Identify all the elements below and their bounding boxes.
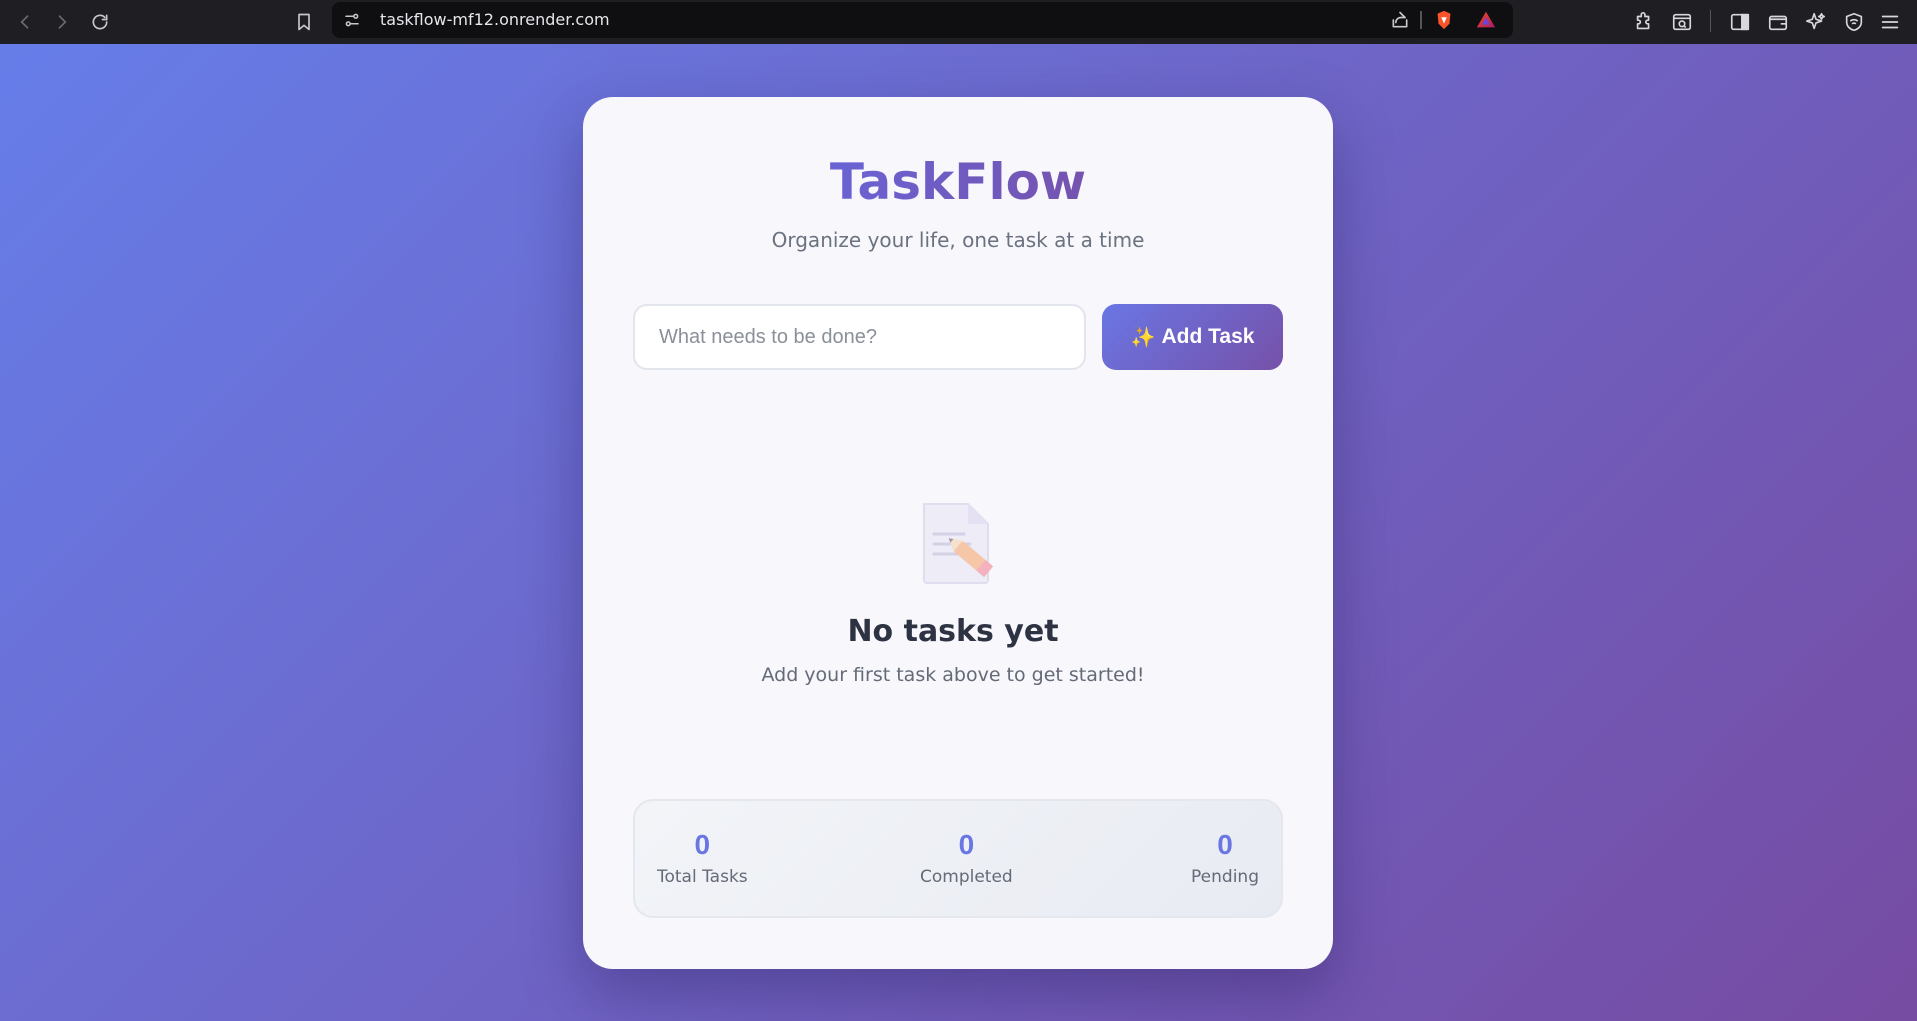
stat-completed: 0 Completed xyxy=(920,829,1013,889)
stats-panel: 0 Total Tasks 0 Completed 0 Pending xyxy=(633,799,1283,918)
reload-icon[interactable] xyxy=(84,6,116,38)
empty-state-message: Add your first task above to get started… xyxy=(761,664,1145,686)
sidebar-icon[interactable] xyxy=(1724,6,1756,38)
share-icon[interactable] xyxy=(1388,8,1412,32)
add-task-button[interactable]: ✨ Add Task xyxy=(1102,304,1283,370)
url-text[interactable]: taskflow-mf12.onrender.com xyxy=(380,10,610,30)
site-settings-icon[interactable] xyxy=(342,10,362,30)
brave-rewards-icon[interactable] xyxy=(1474,8,1498,32)
reader-mode-icon[interactable] xyxy=(1666,6,1698,38)
app-header: TaskFlow xyxy=(583,150,1333,214)
address-bar[interactable]: taskflow-mf12.onrender.com xyxy=(332,2,1513,38)
wallet-icon[interactable] xyxy=(1762,6,1794,38)
leo-ai-icon[interactable] xyxy=(1800,6,1832,38)
app-title: TaskFlow xyxy=(829,153,1087,211)
stat-value: 0 xyxy=(1217,829,1233,860)
empty-state-title: No tasks yet xyxy=(847,614,1059,649)
extensions-icon[interactable] xyxy=(1628,6,1660,38)
url-divider xyxy=(1420,11,1422,29)
stat-value: 0 xyxy=(958,829,975,860)
browser-toolbar: taskflow-mf12.onrender.com xyxy=(0,0,1917,44)
memo-icon xyxy=(923,503,994,584)
stat-pending: 0 Pending xyxy=(1191,829,1259,889)
vpn-icon[interactable] xyxy=(1838,6,1870,38)
forward-icon[interactable] xyxy=(46,6,78,38)
brave-shields-icon[interactable] xyxy=(1432,8,1456,32)
bookmark-icon[interactable] xyxy=(288,6,320,38)
toolbar-divider xyxy=(1710,10,1711,32)
back-icon[interactable] xyxy=(9,6,41,38)
sparkles-icon: ✨ xyxy=(1130,326,1156,349)
stat-value: 0 xyxy=(694,829,711,860)
task-input[interactable] xyxy=(633,304,1086,370)
stat-label: Total Tasks xyxy=(657,867,748,887)
add-task-label: Add Task xyxy=(1161,325,1255,348)
stat-label: Completed xyxy=(920,867,1013,887)
stat-total-tasks: 0 Total Tasks xyxy=(657,829,748,889)
stat-label: Pending xyxy=(1191,867,1259,887)
app-subtitle: Organize your life, one task at a time xyxy=(771,228,1145,252)
menu-icon[interactable] xyxy=(1874,6,1906,38)
